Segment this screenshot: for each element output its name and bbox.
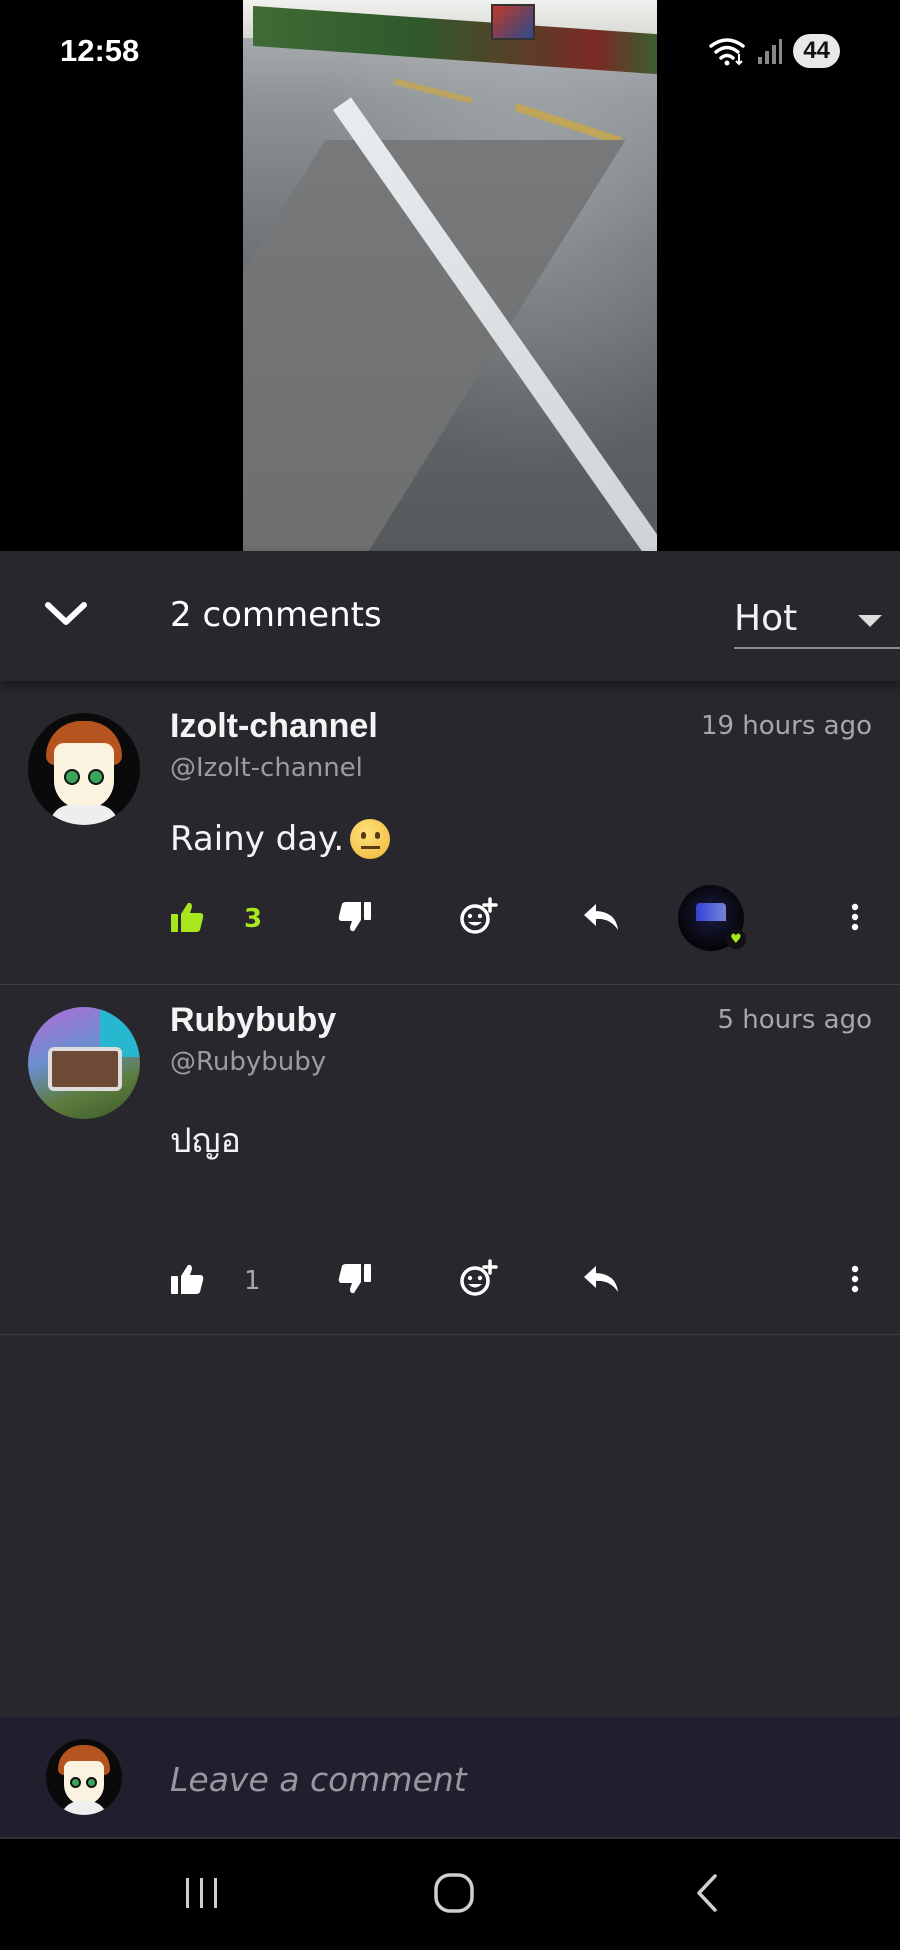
dislike-button[interactable] [338,889,372,949]
back-button[interactable] [666,1867,746,1923]
avatar[interactable] [28,1007,140,1119]
dislike-icon [338,901,372,937]
avatar-face [54,743,114,809]
reply-button[interactable] [582,1251,620,1311]
comment-item: Rubybuby @Rubybuby 5 hours ago ปญอ 1 [0,985,900,1335]
like-button[interactable] [170,889,204,949]
avatar[interactable] [28,713,140,825]
more-vert-icon [850,1264,860,1298]
avatar-eye [64,769,80,785]
more-options-button[interactable] [840,889,870,949]
home-button[interactable] [414,1867,494,1923]
comments-panel: 2 comments Hot Izolt-channel @Izolt-chan… [0,551,900,1717]
comment-text-content: ปญอ [170,1121,241,1161]
collapse-comments-button[interactable] [36,591,96,641]
video-billboard [491,4,535,40]
like-icon [170,901,204,937]
sort-dropdown[interactable]: Hot [734,589,900,649]
video-lane-line [514,103,622,145]
home-icon [433,1872,475,1918]
comment-text: Rainy day. [170,819,391,859]
reply-icon [582,902,620,936]
more-vert-icon [850,902,860,936]
sort-selected-value: Hot [734,597,798,639]
comment-actions: 1 [170,1251,870,1311]
comment-actions: 3 ♥ [170,884,870,951]
reply-button[interactable] [582,889,620,949]
like-count: 1 [244,1266,261,1296]
recent-apps-icon [182,1876,222,1914]
chevron-down-icon [44,600,88,632]
comment-timestamp: 19 hours ago [700,711,872,741]
more-options-button[interactable] [840,1251,870,1311]
video-sidewalk [243,140,626,551]
creator-reaction-avatar: ♥ [678,884,748,951]
avatar-eye [86,1777,97,1788]
comment-handle[interactable]: @Izolt-channel [170,753,363,783]
video-lane-line [393,78,473,104]
like-button[interactable] [170,1251,204,1311]
avatar-shirt [50,805,118,825]
comment-author[interactable]: Izolt-channel [170,707,378,746]
neutral-face-emoji-icon [350,819,391,859]
avatar [46,1739,122,1815]
add-reaction-button[interactable] [458,889,498,949]
dislike-button[interactable] [338,1251,372,1311]
comments-header: 2 comments Hot [0,551,900,681]
dislike-icon [338,1263,372,1299]
comment-timestamp: 5 hours ago [717,1005,872,1035]
avatar-eye [70,1777,81,1788]
comment-author[interactable]: Rubybuby [170,1001,336,1040]
comment-text-content: Rainy day. [170,819,345,859]
comment-count: 2 comments [170,595,382,635]
system-nav-bar [0,1839,900,1950]
avatar-shirt [60,1801,108,1815]
recent-apps-button[interactable] [162,1867,242,1923]
comment-input[interactable] [170,1751,850,1807]
comment-item: Izolt-channel @Izolt-channel 19 hours ag… [0,691,900,985]
avatar-eye [88,769,104,785]
add-reaction-icon [458,897,498,941]
comment-text: ปญอ [170,1113,241,1167]
back-icon [691,1872,721,1918]
caret-down-icon [858,615,882,627]
reply-icon [582,1264,620,1298]
avatar-photo-content [48,1047,122,1091]
heart-icon: ♥ [726,929,746,949]
like-icon [170,1263,204,1299]
comment-handle[interactable]: @Rubybuby [170,1047,326,1077]
comment-composer [0,1717,900,1839]
add-reaction-icon [458,1259,498,1303]
like-count: 3 [244,904,263,934]
video-player[interactable] [0,0,900,551]
video-frame[interactable] [243,0,657,551]
add-reaction-button[interactable] [458,1251,498,1311]
